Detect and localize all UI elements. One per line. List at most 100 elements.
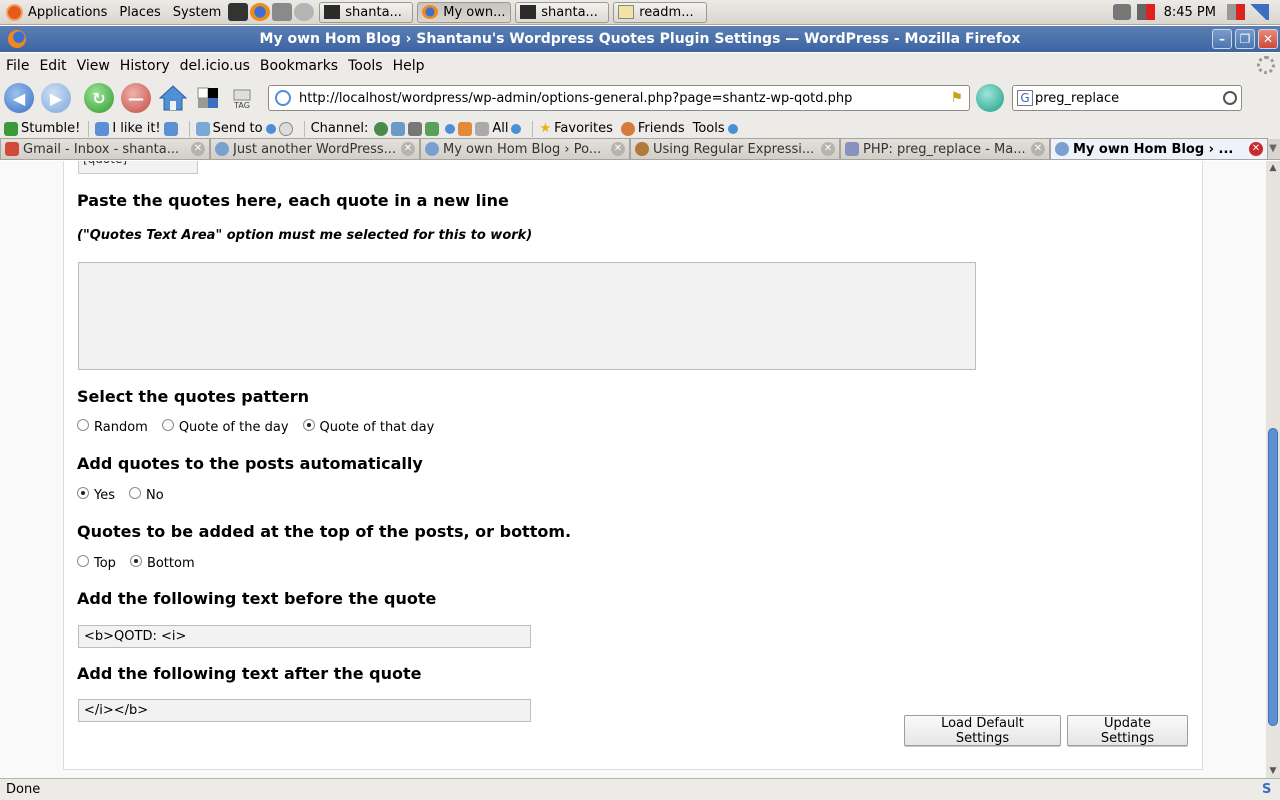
tab-php[interactable]: PHP: preg_replace - Ma... ✕ [840, 138, 1050, 159]
dropdown-dot-icon[interactable] [265, 123, 276, 134]
minimize-button[interactable]: – [1212, 29, 1232, 49]
pattern-quote-of-day-option[interactable]: Quote of the day [161, 418, 289, 435]
tab-close-icon[interactable]: ✕ [191, 142, 205, 156]
friends-channel-icon[interactable] [458, 121, 473, 136]
search-input[interactable]: preg_replace [1035, 91, 1219, 106]
maximize-button[interactable]: ❐ [1235, 29, 1255, 49]
search-icon[interactable] [1223, 91, 1237, 105]
tag-button[interactable]: TAG [230, 86, 254, 110]
stumbleupon-status-icon[interactable]: S [1262, 782, 1276, 797]
position-bottom-option[interactable]: Bottom [129, 554, 195, 571]
radio-random[interactable] [77, 418, 89, 431]
radio-bottom[interactable] [129, 554, 142, 567]
close-window-button[interactable]: ✕ [1258, 29, 1278, 49]
forward-button[interactable]: ▶ [41, 83, 71, 113]
firefox-launcher-icon[interactable] [250, 3, 271, 21]
home-button[interactable] [158, 83, 188, 113]
pattern-quote-of-that-day-option[interactable]: Quote of that day [302, 418, 434, 435]
menu-edit[interactable]: Edit [35, 58, 70, 74]
go-button[interactable] [976, 84, 1004, 112]
tab-active-settings[interactable]: My own Hom Blog › ... ✕ [1050, 138, 1268, 159]
taskbar-item-terminal-1[interactable]: shanta... [319, 1, 414, 23]
delicious-icon[interactable] [196, 86, 220, 110]
before-text-input[interactable] [78, 625, 531, 648]
menu-bookmarks[interactable]: Bookmarks [256, 58, 342, 74]
taskbar-item-editor[interactable]: readm... [613, 1, 708, 23]
radio-quote-of-that-day[interactable] [302, 418, 315, 431]
system-menu[interactable]: System [167, 0, 227, 25]
auto-no-option[interactable]: No [129, 486, 164, 503]
address-bar[interactable]: http://localhost/wordpress/wp-admin/opti… [268, 85, 970, 111]
search-box[interactable]: G preg_replace [1012, 85, 1242, 111]
quotes-textarea[interactable] [78, 262, 976, 370]
vertical-scrollbar[interactable]: ▲ ▼ [1266, 161, 1280, 778]
signal-strength-icon[interactable] [1251, 4, 1269, 20]
radio-no[interactable] [129, 486, 141, 499]
tools-button[interactable]: Tools [693, 121, 741, 136]
back-button[interactable]: ◀ [4, 83, 34, 113]
taskbar-item-terminal-2[interactable]: shanta... [515, 1, 610, 23]
update-settings-button[interactable]: Update Settings [1067, 715, 1188, 746]
radio-yes[interactable] [77, 486, 89, 499]
dropdown-dot-icon[interactable] [445, 123, 456, 134]
network-tray-icon[interactable] [1112, 4, 1131, 20]
stumble-button[interactable]: Stumble! [4, 121, 80, 136]
scroll-up-arrow-icon[interactable]: ▲ [1266, 161, 1280, 175]
window-titlebar[interactable]: My own Hom Blog › Shantanu's Wordpress Q… [0, 26, 1280, 52]
search-engine-icon[interactable]: G [1017, 90, 1033, 106]
menu-tools[interactable]: Tools [344, 58, 387, 74]
tab-regex[interactable]: Using Regular Expressi... ✕ [630, 138, 840, 159]
help-launcher-icon[interactable] [294, 3, 315, 21]
bookmark-star-icon[interactable]: ⚑ [950, 90, 963, 106]
friends-button[interactable]: Friends [620, 121, 685, 136]
news-channel-icon[interactable] [425, 121, 440, 136]
menu-view[interactable]: View [73, 58, 114, 74]
pattern-random-option[interactable]: Random [77, 418, 148, 435]
web-channel-icon[interactable] [374, 121, 389, 136]
i-like-it-button[interactable]: I like it! [95, 121, 180, 136]
photo-channel-icon[interactable] [391, 121, 406, 136]
firefox-window-icon[interactable] [8, 30, 26, 48]
send-to-button[interactable]: Send to [195, 121, 296, 136]
applications-menu[interactable]: Applications [0, 0, 113, 25]
tab-close-icon[interactable]: ✕ [401, 142, 415, 156]
clock[interactable]: 8:45 PM [1164, 5, 1216, 20]
radio-quote-of-day[interactable] [161, 418, 174, 431]
volume-muted-icon[interactable] [1136, 4, 1155, 20]
shortcode-field[interactable]: [quote] [78, 161, 198, 174]
dropdown-dot-icon[interactable] [511, 123, 522, 134]
tab-list-chevron-icon[interactable]: ▼ [1268, 138, 1278, 159]
all-label[interactable]: All [492, 121, 508, 136]
terminal-launcher-icon[interactable] [228, 3, 249, 21]
thumbs-down-icon[interactable] [163, 121, 178, 136]
logout-icon[interactable] [1227, 4, 1245, 20]
tab-close-icon[interactable]: ✕ [821, 142, 835, 156]
scroll-down-arrow-icon[interactable]: ▼ [1266, 764, 1280, 778]
tab-close-icon[interactable]: ✕ [611, 142, 625, 156]
tab-close-icon[interactable]: ✕ [1031, 142, 1045, 156]
menu-file[interactable]: File [2, 58, 33, 74]
video-channel-icon[interactable] [408, 121, 423, 136]
scrollbar-thumb[interactable] [1268, 428, 1278, 726]
comment-icon[interactable] [278, 121, 293, 136]
site-identity-icon[interactable] [275, 90, 291, 106]
position-top-option[interactable]: Top [77, 554, 116, 571]
reload-button[interactable]: ↻ [84, 83, 114, 113]
menu-delicious[interactable]: del.icio.us [176, 58, 254, 74]
stop-button[interactable]: — [121, 83, 151, 113]
auto-yes-option[interactable]: Yes [77, 486, 115, 503]
tab-wordpress-2[interactable]: My own Hom Blog › Po... ✕ [420, 138, 630, 159]
taskbar-item-firefox[interactable]: My own... [417, 1, 512, 23]
settings-launcher-icon[interactable] [272, 3, 293, 21]
places-menu[interactable]: Places [113, 0, 166, 25]
tag-channel-icon[interactable] [475, 121, 490, 136]
tab-close-icon[interactable]: ✕ [1249, 142, 1263, 156]
favorites-button[interactable]: ★ Favorites [539, 121, 612, 136]
after-text-input[interactable] [78, 699, 531, 722]
channel-selector[interactable]: Channel: All [311, 121, 525, 136]
menu-history[interactable]: History [116, 58, 174, 74]
radio-top[interactable] [77, 554, 89, 567]
tab-gmail[interactable]: Gmail - Inbox - shanta... ✕ [0, 138, 210, 159]
load-default-settings-button[interactable]: Load Default Settings [904, 715, 1061, 746]
menu-help[interactable]: Help [389, 58, 429, 74]
